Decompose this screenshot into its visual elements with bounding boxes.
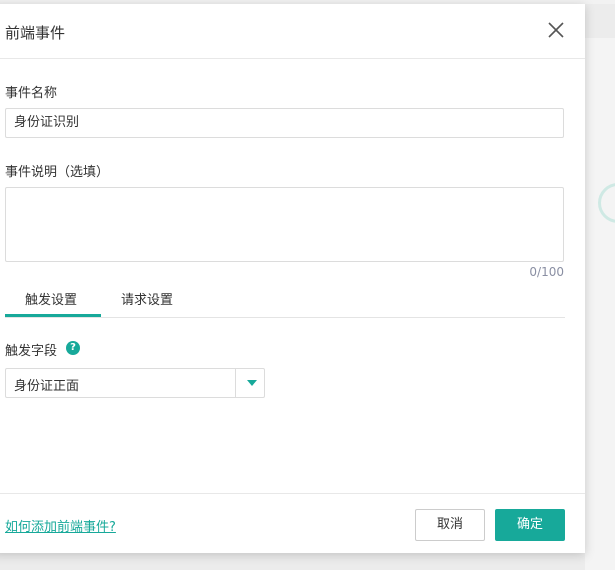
chevron-down-icon[interactable] [247,380,257,386]
close-icon[interactable] [547,21,565,39]
settings-tabs: 触发设置 请求设置 [5,282,565,318]
event-name-label: 事件名称 [5,86,58,101]
frontend-event-dialog: 前端事件 事件名称 身份证识别 事件说明（选填） 0/100 触发设置 请求设置… [0,4,585,553]
event-description-label: 事件说明（选填） [5,165,110,180]
question-circle-icon[interactable]: ? [66,341,80,355]
tab-trigger-settings[interactable]: 触发设置 [25,289,77,308]
event-description-textarea[interactable] [5,187,564,262]
background-page-strip [585,38,615,570]
dialog-title: 前端事件 [5,24,66,42]
how-to-add-event-link[interactable]: 如何添加前端事件? [5,516,116,535]
trigger-field-selected-value: 身份证正面 [14,379,80,394]
select-divider [235,369,236,397]
trigger-field-select[interactable]: 身份证正面 [5,368,265,398]
confirm-button[interactable]: 确定 [495,509,565,541]
dialog-header: 前端事件 [0,4,585,59]
event-name-input[interactable]: 身份证识别 [5,108,564,138]
trigger-field-label: 触发字段 [5,344,58,359]
char-counter: 0/100 [529,265,564,279]
cancel-button[interactable]: 取消 [415,509,485,541]
dialog-footer: 如何添加前端事件? 取消 确定 [0,493,585,554]
active-tab-indicator [5,314,101,317]
tab-request-settings[interactable]: 请求设置 [121,289,173,308]
